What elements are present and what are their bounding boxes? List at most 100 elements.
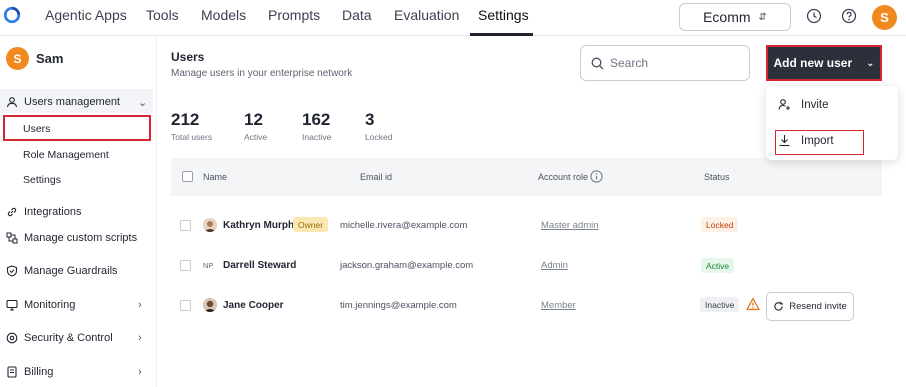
table-header: Name Email id Account role Status (171, 158, 882, 196)
search-input[interactable]: Search (580, 45, 750, 81)
sidebar-item-users-management[interactable]: Users management (6, 96, 120, 108)
menu-item-label: Invite (801, 98, 829, 111)
user-email: jackson.graham@example.com (340, 260, 474, 271)
top-navigation-bar: Agentic Apps Tools Models Prompts Data E… (0, 0, 906, 36)
chevron-down-icon[interactable]: ⌄ (138, 96, 147, 109)
nav-agentic-apps[interactable]: Agentic Apps (45, 7, 127, 23)
nav-settings[interactable]: Settings (478, 7, 529, 23)
account-role-link[interactable]: Master admin (541, 220, 599, 231)
sidebar-item-users[interactable]: Users (23, 123, 50, 135)
sidebar-item-monitoring[interactable]: Monitoring (6, 299, 75, 311)
sidebar-profile[interactable]: S Sam (6, 47, 63, 70)
column-header-account-role[interactable]: Account role (538, 172, 588, 182)
sidebar-item-label: Users management (24, 96, 120, 108)
user-avatar[interactable]: S (872, 5, 897, 30)
stat-locked: 3 Locked (365, 110, 392, 142)
row-checkbox[interactable] (180, 220, 191, 231)
active-tab-indicator (470, 33, 533, 36)
row-checkbox[interactable] (180, 300, 191, 311)
status-badge: Inactive (700, 297, 740, 312)
user-name: Jane Cooper (223, 300, 284, 311)
sidebar-item-integrations[interactable]: Integrations (6, 206, 81, 218)
download-icon (779, 135, 790, 147)
avatar: S (6, 47, 29, 70)
user-name: Darrell Steward (223, 260, 297, 271)
sidebar-item-label: Security & Control (24, 332, 113, 344)
add-user-icon (778, 99, 790, 110)
sidebar-item-label: Integrations (24, 206, 82, 218)
stat-label: Active (244, 132, 268, 142)
help-icon[interactable] (841, 8, 857, 24)
chevron-right-icon[interactable]: › (138, 299, 142, 311)
shield-icon (6, 265, 18, 277)
stat-label: Total users (171, 132, 213, 142)
status-badge: Active (701, 258, 735, 273)
sidebar-item-label: Manage Guardrails (24, 265, 118, 277)
chevron-right-icon[interactable]: › (138, 332, 142, 344)
avatar-initials: NP (203, 261, 214, 270)
account-role-link[interactable]: Admin (541, 260, 568, 271)
nav-prompts[interactable]: Prompts (268, 7, 320, 23)
menu-item-invite[interactable]: Invite (778, 98, 829, 111)
sidebar-item-label: Monitoring (24, 299, 76, 311)
user-name: Kathryn Murphy (223, 220, 300, 231)
add-new-user-label: Add new user (773, 56, 853, 70)
column-header-email[interactable]: Email id (360, 172, 392, 182)
security-icon (6, 332, 18, 344)
resend-invite-button[interactable]: Resend invite (766, 292, 854, 321)
sidebar: S Sam Users management ⌄ Users Role Mana… (0, 37, 157, 387)
sidebar-item-role-management[interactable]: Role Management (23, 149, 109, 161)
nav-models[interactable]: Models (201, 7, 246, 23)
sidebar-item-billing[interactable]: Billing (6, 366, 53, 378)
stat-label: Inactive (302, 132, 332, 142)
workspace-select[interactable]: Ecomm ⇵ (679, 3, 791, 31)
sidebar-item-manage-guardrails[interactable]: Manage Guardrails (6, 265, 118, 277)
sidebar-item-security-control[interactable]: Security & Control (6, 332, 113, 344)
stat-label: Locked (365, 132, 393, 142)
chevron-right-icon[interactable]: › (138, 366, 142, 378)
person-photo-icon (203, 298, 217, 312)
column-header-status[interactable]: Status (704, 172, 730, 182)
sort-chevron-icon: ⇵ (758, 11, 767, 23)
nav-tools[interactable]: Tools (146, 7, 179, 23)
search-icon (591, 57, 604, 69)
user-email: michelle.rivera@example.com (340, 220, 468, 231)
page-subtitle: Manage users in your enterprise network (171, 68, 353, 79)
app-logo-icon[interactable] (3, 6, 21, 24)
account-role-link[interactable]: Member (541, 300, 576, 311)
owner-badge: Owner (293, 217, 329, 232)
stat-inactive: 162 Inactive (302, 110, 331, 142)
menu-item-label: Import (801, 134, 834, 147)
stat-value: 3 (365, 110, 375, 129)
user-icon (6, 97, 18, 108)
select-all-checkbox[interactable] (182, 171, 193, 182)
row-checkbox[interactable] (180, 260, 191, 271)
avatar (203, 298, 217, 312)
profile-name: Sam (36, 51, 64, 66)
sidebar-item-label: Manage custom scripts (24, 232, 138, 244)
search-placeholder: Search (610, 56, 649, 70)
avatar (203, 218, 217, 232)
stat-value: 12 (244, 110, 263, 129)
status-badge: Locked (701, 217, 739, 232)
sidebar-item-manage-custom-scripts[interactable]: Manage custom scripts (6, 232, 137, 244)
sidebar-item-settings[interactable]: Settings (23, 174, 61, 186)
person-photo-icon (203, 218, 217, 232)
nav-data[interactable]: Data (342, 7, 372, 23)
user-email: tim.jennings@example.com (340, 300, 457, 311)
resend-invite-label: Resend invite (789, 301, 847, 312)
column-header-name[interactable]: Name (203, 172, 227, 182)
page-title: Users (171, 50, 205, 64)
nav-evaluation[interactable]: Evaluation (394, 7, 459, 23)
add-user-dropdown-menu: Invite Import (766, 86, 898, 160)
menu-item-import[interactable]: Import (778, 134, 834, 147)
add-new-user-button[interactable]: Add new user ⌄ (766, 45, 882, 81)
warning-icon (746, 297, 760, 311)
clock-icon[interactable] (806, 8, 822, 24)
chevron-down-icon: ⌄ (866, 57, 875, 69)
workspace-name: Ecomm (703, 9, 751, 25)
scripts-icon (6, 232, 18, 244)
stat-active: 12 Active (244, 110, 267, 142)
link-icon (7, 207, 17, 217)
info-icon[interactable] (590, 170, 603, 183)
